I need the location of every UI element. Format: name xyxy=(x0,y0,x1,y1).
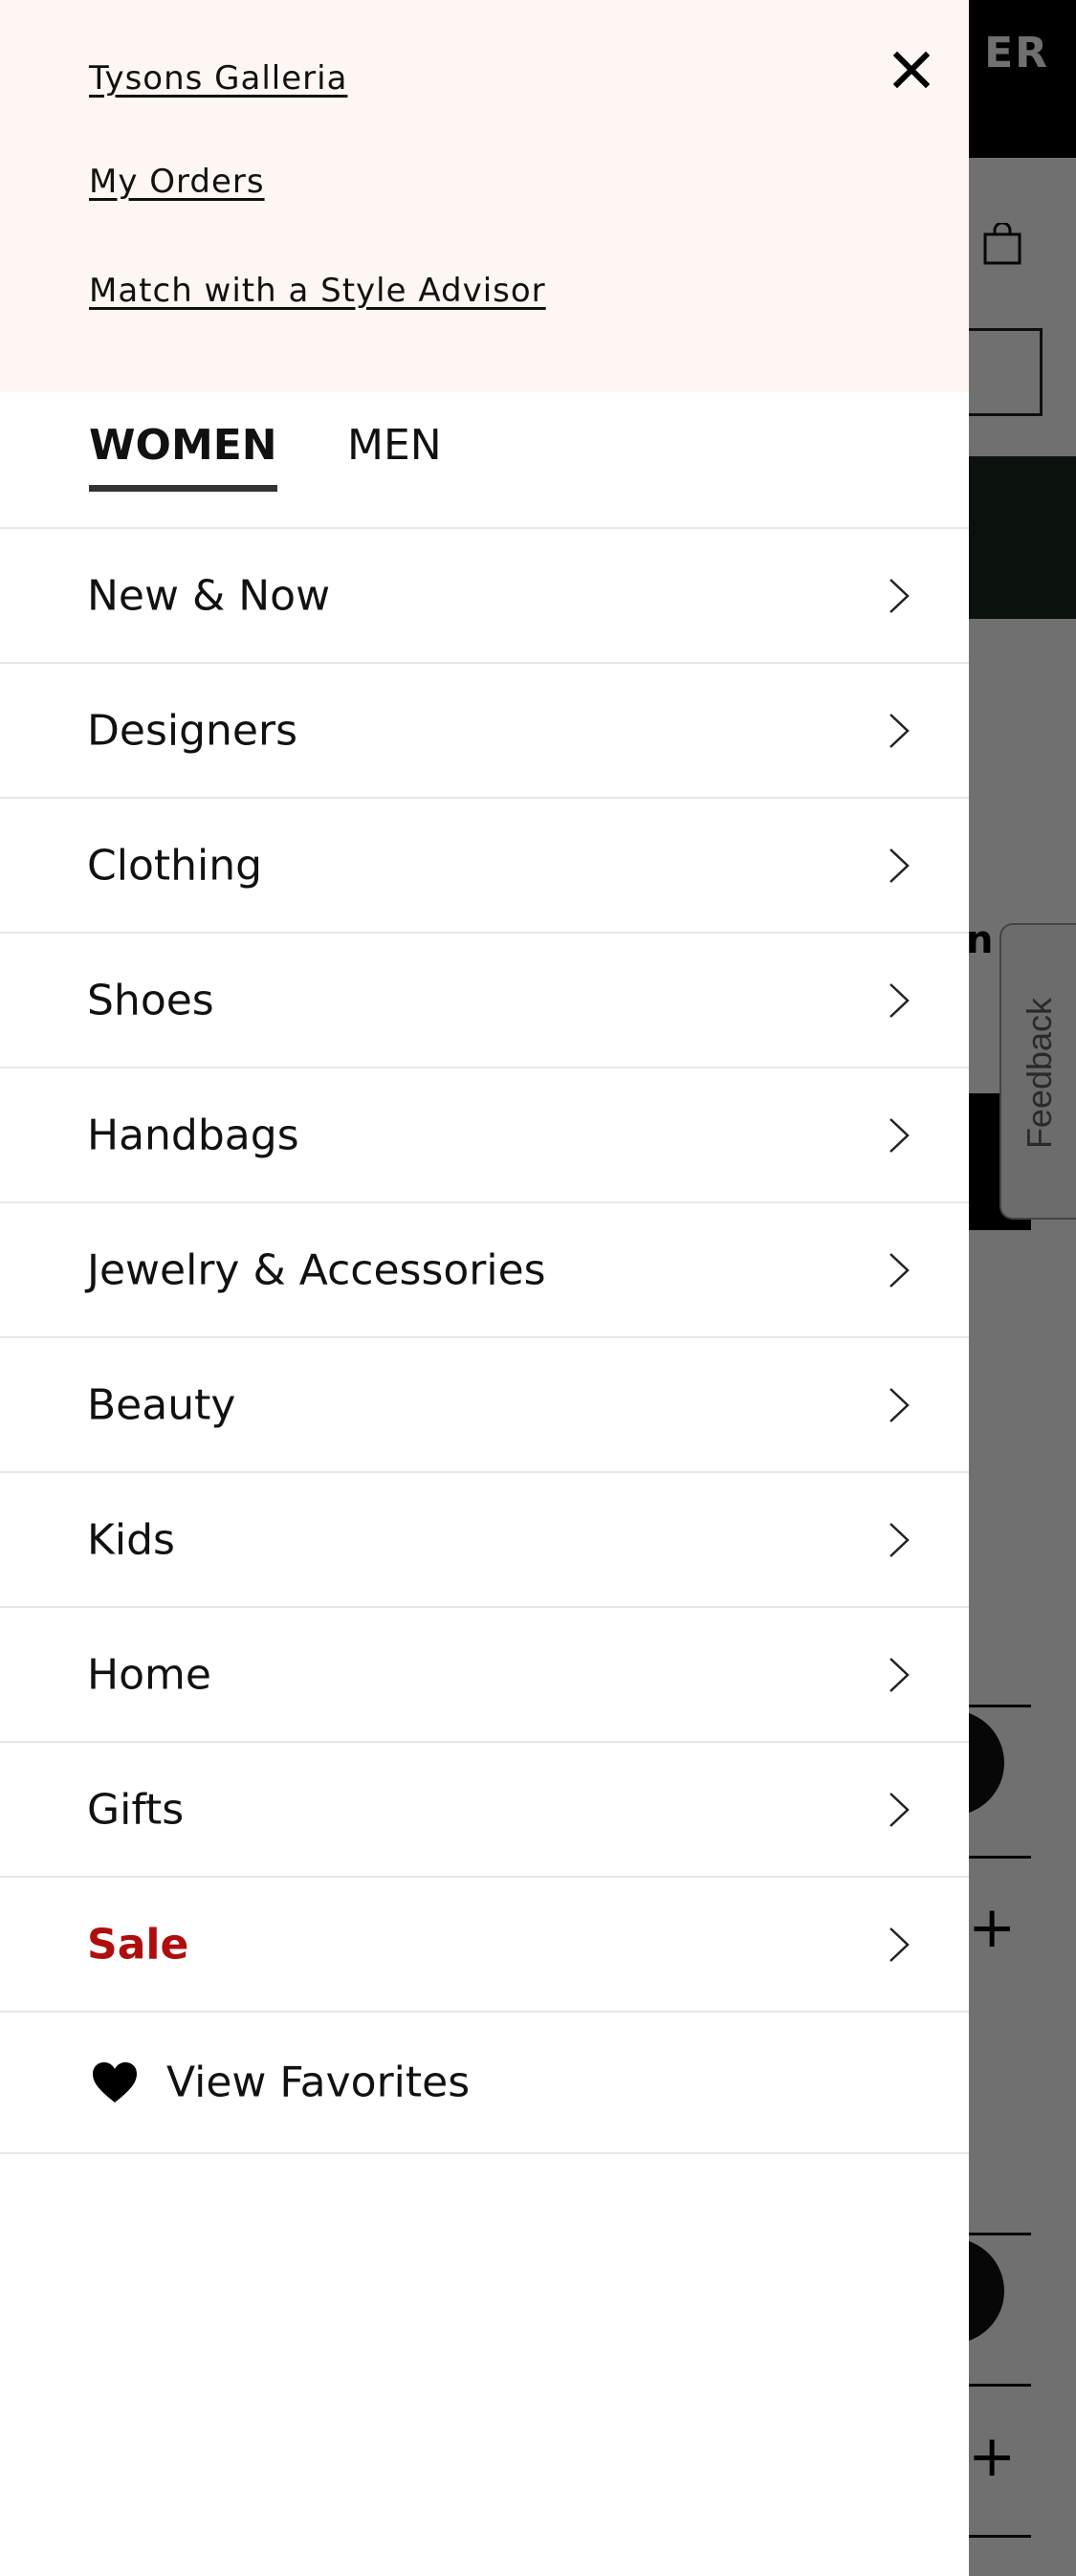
category-menu: New & Now Designers Clothing Shoes Handb… xyxy=(0,529,969,2013)
drawer-account-section: Tysons Galleria My Orders Match with a S… xyxy=(0,0,969,392)
chevron-right-icon xyxy=(889,1926,910,1962)
chevron-right-icon xyxy=(889,1657,910,1692)
gender-tabs: WOMEN MEN xyxy=(0,392,969,529)
menu-item-jewelry-accessories[interactable]: Jewelry & Accessories xyxy=(0,1203,969,1338)
chevron-right-icon xyxy=(889,1792,910,1827)
menu-item-designers[interactable]: Designers xyxy=(0,664,969,799)
menu-item-label: Gifts xyxy=(87,1785,185,1834)
menu-item-beauty[interactable]: Beauty xyxy=(0,1338,969,1473)
menu-item-label: Sale xyxy=(87,1920,189,1969)
menu-item-shoes[interactable]: Shoes xyxy=(0,934,969,1068)
menu-item-clothing[interactable]: Clothing xyxy=(0,799,969,934)
view-favorites-label: View Favorites xyxy=(166,2058,471,2107)
store-location-link[interactable]: Tysons Galleria xyxy=(89,59,347,98)
close-button[interactable] xyxy=(889,48,933,92)
my-orders-link[interactable]: My Orders xyxy=(89,163,265,201)
menu-item-label: Jewelry & Accessories xyxy=(87,1245,546,1294)
menu-item-label: Handbags xyxy=(87,1111,299,1159)
chevron-right-icon xyxy=(889,1387,910,1422)
menu-item-kids[interactable]: Kids xyxy=(0,1473,969,1608)
chevron-right-icon xyxy=(889,848,910,883)
style-advisor-link[interactable]: Match with a Style Advisor xyxy=(89,272,546,310)
menu-item-handbags[interactable]: Handbags xyxy=(0,1068,969,1203)
menu-item-label: Home xyxy=(87,1650,211,1699)
menu-item-label: Designers xyxy=(87,706,297,755)
menu-item-gifts[interactable]: Gifts xyxy=(0,1743,969,1878)
chevron-right-icon xyxy=(889,1117,910,1153)
menu-item-sale[interactable]: Sale xyxy=(0,1878,969,2013)
chevron-right-icon xyxy=(889,982,910,1018)
chevron-right-icon xyxy=(889,1522,910,1557)
chevron-right-icon xyxy=(889,1252,910,1288)
menu-item-label: Kids xyxy=(87,1515,175,1564)
menu-item-label: Clothing xyxy=(87,841,263,890)
heart-icon xyxy=(93,2062,137,2103)
chevron-right-icon xyxy=(889,713,910,748)
menu-item-label: Beauty xyxy=(87,1380,236,1429)
menu-item-label: New & Now xyxy=(87,571,331,620)
navigation-drawer: Tysons Galleria My Orders Match with a S… xyxy=(0,0,969,2576)
close-icon xyxy=(892,51,931,89)
tab-men[interactable]: MEN xyxy=(347,421,442,485)
feedback-tab[interactable]: Feedback xyxy=(999,923,1076,1220)
tab-women[interactable]: WOMEN xyxy=(89,421,277,492)
feedback-label: Feedback xyxy=(1020,997,1059,1150)
menu-item-label: Shoes xyxy=(87,976,214,1024)
view-favorites-link[interactable]: View Favorites xyxy=(0,2013,969,2154)
menu-item-new-and-now[interactable]: New & Now xyxy=(0,529,969,664)
chevron-right-icon xyxy=(889,578,910,613)
menu-item-home[interactable]: Home xyxy=(0,1608,969,1743)
